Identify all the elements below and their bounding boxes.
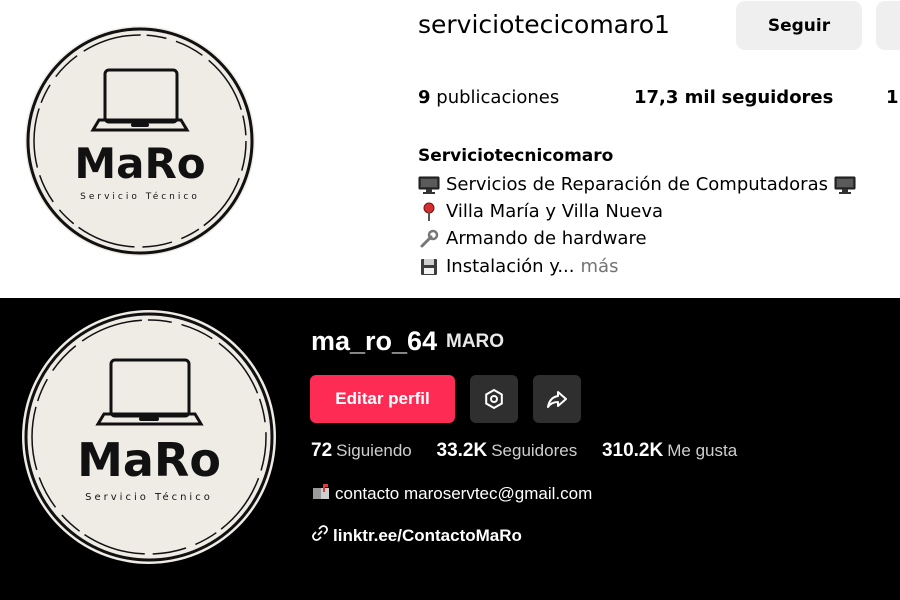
tiktok-avatar[interactable]: MaRo Servicio Técnico	[20, 308, 278, 566]
bio-location-text: Villa María y Villa Nueva	[446, 201, 664, 222]
bio-hardware-text: Armando de hardware	[446, 228, 647, 249]
posts-count: 9 publicaciones	[418, 87, 559, 108]
bio-contact: contacto maroservtec@gmail.com	[311, 482, 592, 505]
more-link[interactable]: más	[581, 256, 619, 277]
posts-value: 9	[418, 87, 431, 108]
message-button[interactable]	[876, 1, 900, 50]
bio-install-text: Instalación y...	[446, 256, 575, 277]
bio-line-hardware: Armando de hardware	[418, 228, 647, 249]
bio-services-text: Servicios de Reparación de Computadoras	[446, 174, 828, 195]
following-stat[interactable]: 72 Siguiendo	[311, 440, 412, 462]
bio-link[interactable]: linktr.ee/ContactoMaRo	[311, 524, 522, 547]
likes-label: Me gusta	[667, 441, 738, 460]
mailbox-icon	[311, 482, 331, 505]
instagram-profile-panel: MaRo Servicio Técnico serviciotecicomaro…	[0, 0, 900, 298]
profile-stats: 72 Siguiendo 33.2K Seguidores 310.2K Me gus…	[311, 440, 757, 462]
logo-tagline: Servicio Técnico	[85, 491, 213, 503]
logo-wordmark: MaRo	[77, 433, 221, 487]
followers-count[interactable]: 17,3 mil seguidores	[634, 87, 833, 108]
following-count[interactable]: 1(	[886, 87, 900, 108]
share-icon	[547, 391, 567, 408]
link-text: linktr.ee/ContactoMaRo	[333, 525, 522, 545]
following-value: 1(	[886, 87, 900, 108]
followers-stat[interactable]: 33.2K Seguidores	[437, 440, 578, 462]
likes-value: 310.2K	[601, 440, 664, 461]
share-button[interactable]	[533, 375, 581, 423]
bio-line-services: Servicios de Reparación de Computadoras	[418, 174, 856, 195]
pin-icon	[418, 202, 440, 222]
maro-logo: MaRo Servicio Técnico	[22, 310, 276, 564]
bio-name: Serviciotecnicomaro	[418, 146, 614, 166]
follow-button[interactable]: Seguir	[736, 1, 862, 50]
contact-text: contacto maroservtec@gmail.com	[335, 483, 593, 503]
posts-label: publicaciones	[436, 87, 560, 108]
edit-profile-button[interactable]: Editar perfil	[310, 375, 455, 423]
profile-handle: ma_ro_64	[311, 326, 438, 356]
followers-value: 17,3 mil	[634, 87, 716, 108]
link-icon	[311, 524, 329, 547]
followers-label: Seguidores	[491, 441, 578, 460]
computer-icon	[418, 175, 440, 195]
profile-username: serviciotecicomaro1	[418, 10, 670, 39]
bio-line-install: Instalación y... más	[418, 256, 618, 277]
floppy-disk-icon	[418, 257, 440, 277]
followers-value: 33.2K	[436, 440, 488, 461]
wrench-icon	[418, 229, 440, 249]
logo-wordmark: MaRo	[74, 139, 205, 188]
instagram-avatar[interactable]: MaRo Servicio Técnico	[23, 24, 257, 258]
followers-label: seguidores	[721, 87, 834, 108]
tiktok-profile-panel: MaRo Servicio Técnico ma_ro_64 MARO Edit…	[0, 298, 900, 600]
settings-icon	[485, 388, 503, 410]
profile-nickname: MARO	[446, 331, 505, 352]
maro-logo: MaRo Servicio Técnico	[25, 26, 255, 256]
bio-line-location: Villa María y Villa Nueva	[418, 201, 663, 222]
following-value: 72	[311, 440, 333, 461]
computer-icon	[834, 175, 856, 195]
settings-button[interactable]	[470, 375, 518, 423]
likes-stat: 310.2K Me gusta	[602, 440, 737, 462]
logo-tagline: Servicio Técnico	[80, 191, 200, 202]
following-label: Siguiendo	[336, 441, 412, 460]
